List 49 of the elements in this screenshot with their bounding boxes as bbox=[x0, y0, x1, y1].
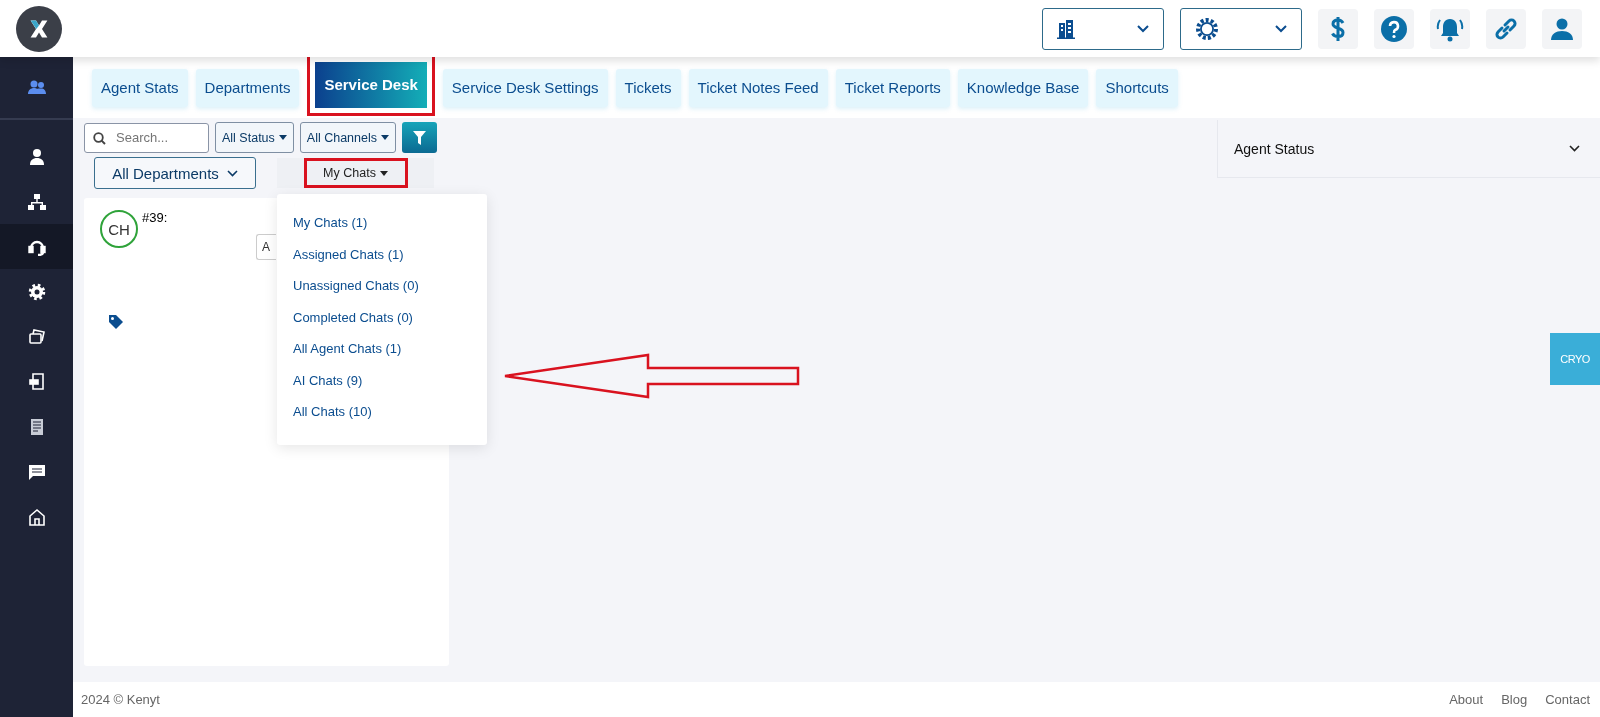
department-dropdown[interactable]: All Departments bbox=[94, 157, 256, 189]
building-icon bbox=[1057, 18, 1075, 39]
avatar: CH bbox=[100, 210, 138, 248]
footer-link[interactable]: Blog bbox=[1501, 692, 1528, 707]
chevron-icon bbox=[1137, 24, 1149, 33]
menu-item[interactable]: Assigned Chats (1) bbox=[277, 238, 487, 270]
filter-icon bbox=[413, 130, 426, 145]
tab[interactable]: Service Desk Settings bbox=[442, 68, 608, 107]
caret-icon bbox=[381, 135, 389, 140]
chevron-icon bbox=[1275, 24, 1287, 33]
menu-item[interactable]: Unassigned Chats (0) bbox=[277, 270, 487, 302]
copyright: 2024 © Kenyt bbox=[81, 692, 160, 707]
caret-icon bbox=[278, 135, 287, 140]
footer-link[interactable]: Contact bbox=[1545, 692, 1590, 707]
menu-item[interactable]: Completed Chats (0) bbox=[277, 301, 487, 333]
chat-number: #39: bbox=[142, 210, 168, 225]
dollar-icon[interactable] bbox=[1318, 8, 1358, 49]
tab[interactable]: Agent Stats bbox=[92, 68, 188, 107]
menu-item[interactable]: AI Chats (9) bbox=[277, 364, 487, 396]
tab[interactable]: Ticket Reports bbox=[835, 68, 950, 107]
chevron-icon[interactable] bbox=[1569, 145, 1580, 152]
ai-select[interactable] bbox=[1180, 7, 1302, 50]
headset-icon[interactable] bbox=[0, 224, 73, 269]
footer-link[interactable]: About bbox=[1449, 692, 1484, 707]
chat-action-button[interactable]: A bbox=[256, 234, 276, 260]
channels-dropdown[interactable]: All Channels bbox=[299, 122, 396, 153]
menu-item[interactable]: My Chats (1) bbox=[277, 207, 487, 239]
view-dropdown[interactable]: My Chats bbox=[303, 158, 408, 188]
tab[interactable]: Ticket Notes Feed bbox=[688, 68, 828, 107]
filter-button[interactable] bbox=[402, 122, 437, 153]
menu-item[interactable]: All Chats (10) bbox=[277, 396, 487, 428]
bell-icon[interactable] bbox=[1430, 8, 1470, 49]
ai-gear-icon bbox=[1195, 16, 1219, 41]
search-icon bbox=[93, 131, 106, 145]
link-icon[interactable] bbox=[1486, 8, 1526, 49]
chevron-icon bbox=[226, 169, 238, 177]
logo-icon bbox=[16, 5, 62, 52]
menu-item[interactable]: All Agent Chats (1) bbox=[277, 333, 487, 365]
search-field[interactable]: Search... bbox=[84, 122, 209, 153]
panel-title: Agent Status bbox=[1234, 140, 1315, 157]
help-icon[interactable] bbox=[1374, 8, 1414, 49]
status-dropdown[interactable]: All Status bbox=[215, 122, 294, 153]
tab[interactable]: Departments bbox=[195, 68, 300, 107]
building-select[interactable] bbox=[1042, 7, 1164, 50]
tag-icon bbox=[108, 314, 124, 330]
caret-icon bbox=[379, 170, 388, 176]
tab[interactable]: Shortcuts bbox=[1096, 68, 1178, 107]
tab[interactable]: Knowledge Base bbox=[957, 68, 1089, 107]
tab[interactable]: Tickets bbox=[615, 68, 681, 107]
